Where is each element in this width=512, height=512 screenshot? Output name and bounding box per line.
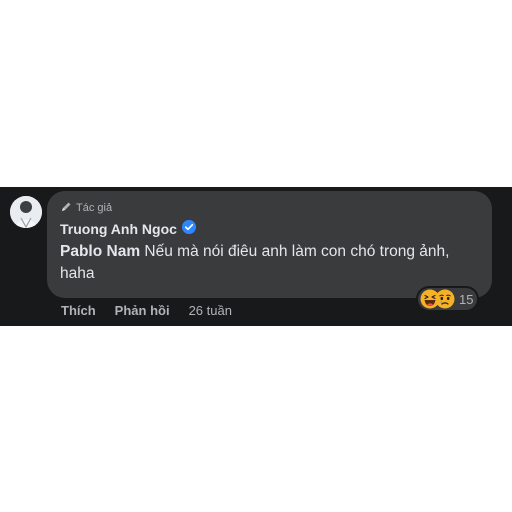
reactions-summary[interactable]: 15 bbox=[418, 288, 478, 310]
reply-button[interactable]: Phản hồi bbox=[115, 303, 170, 318]
comment-actions: Thích Phản hồi 26 tuần bbox=[61, 301, 232, 319]
mention-link[interactable]: Pablo Nam bbox=[60, 243, 140, 260]
like-button[interactable]: Thích bbox=[61, 303, 96, 318]
sad-reaction-icon bbox=[435, 289, 455, 309]
avatar[interactable] bbox=[10, 196, 42, 228]
pen-icon bbox=[60, 201, 72, 216]
verified-badge-icon bbox=[181, 219, 196, 239]
timestamp[interactable]: 26 tuần bbox=[189, 303, 232, 318]
comment-text: Pablo Nam Nếu mà nói điêu anh làm con ch… bbox=[60, 241, 480, 285]
author-name[interactable]: Truong Anh Ngoc bbox=[60, 221, 177, 237]
role-label: Tác giả bbox=[76, 202, 113, 214]
reaction-count: 15 bbox=[459, 291, 474, 307]
author-role-badge: Tác giả bbox=[60, 201, 112, 215]
